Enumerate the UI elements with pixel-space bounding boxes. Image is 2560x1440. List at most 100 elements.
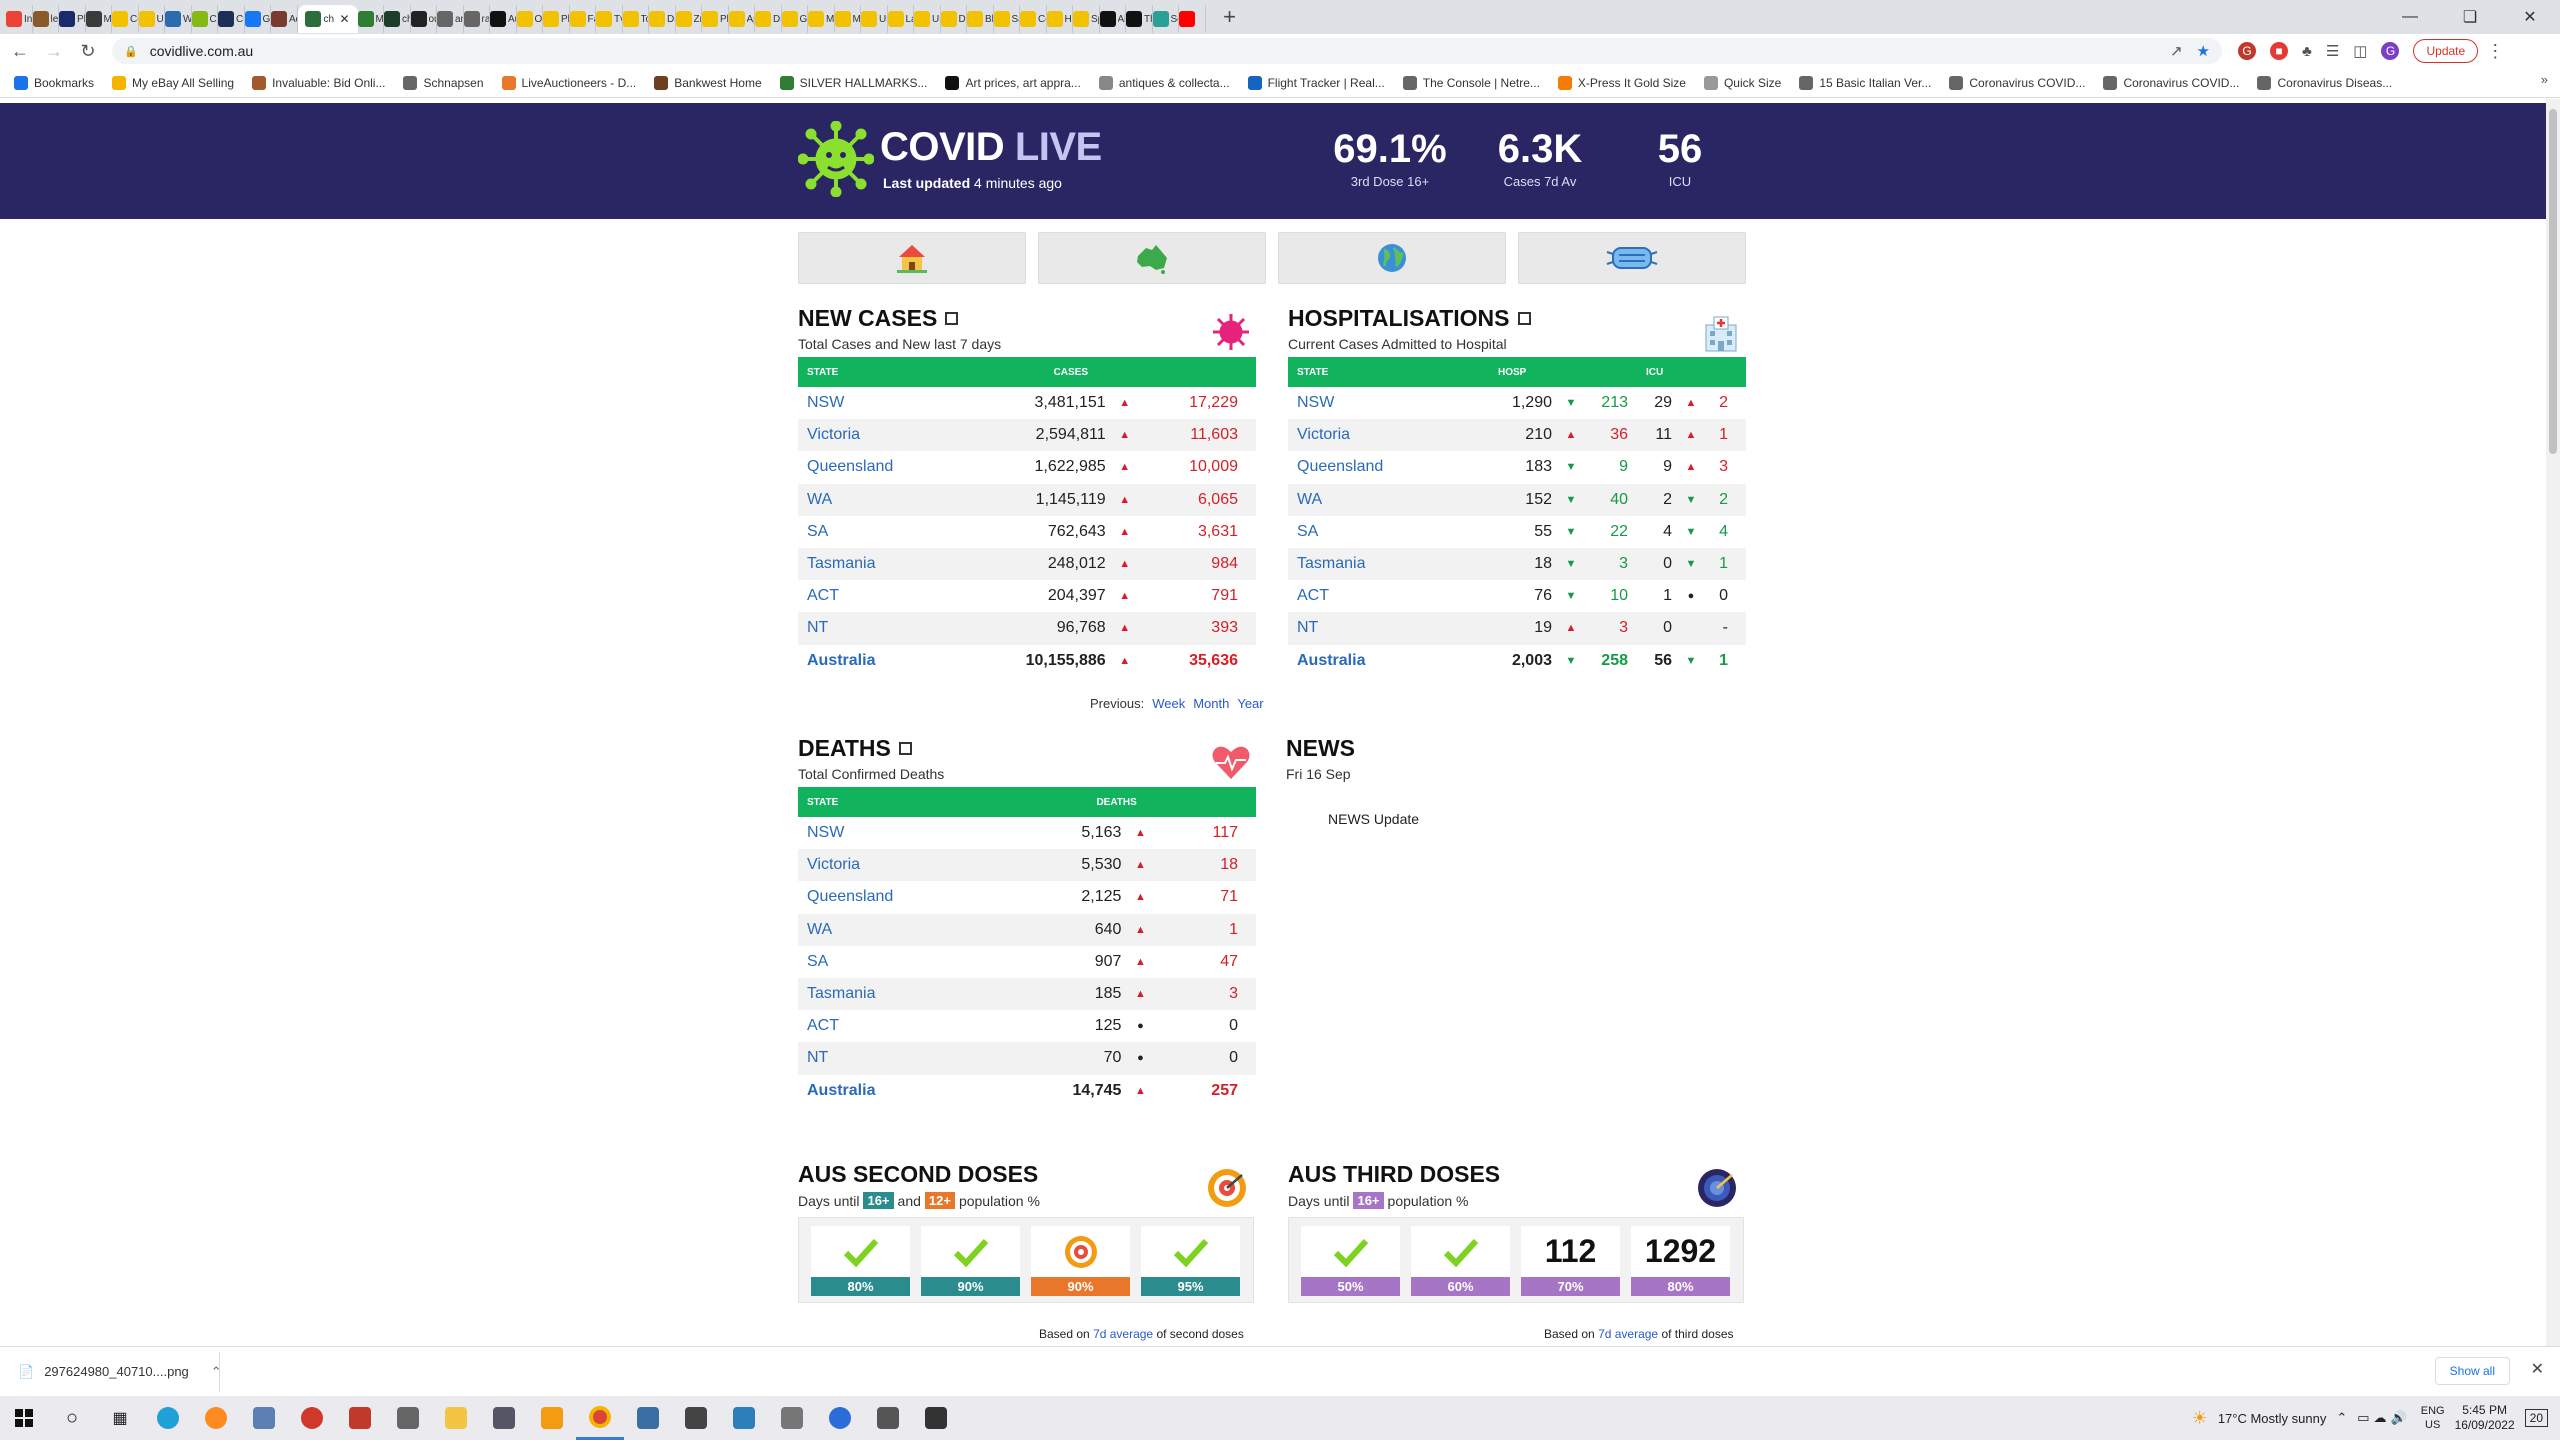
tab-close-icon[interactable]: ✕ (339, 12, 349, 26)
state-link[interactable]: WA (798, 914, 1006, 946)
taskbar-edge[interactable] (144, 1396, 192, 1440)
browser-tab[interactable]: Co (112, 5, 139, 33)
browser-tab[interactable]: Ap (728, 5, 755, 33)
state-link[interactable]: NSW (1288, 387, 1476, 419)
browser-tab[interactable]: Tv (596, 5, 623, 33)
browser-tab[interactable]: Di (649, 5, 676, 33)
state-link[interactable]: Australia (798, 1075, 1006, 1107)
browser-tab[interactable]: an (437, 5, 464, 33)
chevron-up-icon[interactable]: ⌃ (211, 1364, 222, 1380)
tray-overflow-icon[interactable]: ⌃ (2336, 1410, 2347, 1426)
state-link[interactable]: ACT (1288, 580, 1476, 612)
new-cases-title[interactable]: NEW CASES (798, 305, 1256, 332)
download-item[interactable]: 📄 297624980_40710....png ⌃ (0, 1351, 222, 1392)
browser-tab[interactable]: CC (191, 5, 218, 33)
browser-tab[interactable]: Bl (967, 5, 994, 33)
taskbar-filezilla[interactable] (336, 1396, 384, 1440)
browser-tab[interactable]: Al (1099, 5, 1126, 33)
year-link[interactable]: Year (1237, 696, 1263, 711)
extension-icon[interactable]: G (2238, 42, 2256, 60)
taskbar-app5[interactable] (624, 1396, 672, 1440)
page-scrollbar[interactable] (2546, 99, 2560, 1346)
bookmark-item[interactable]: SILVER HALLMARKS... (779, 75, 927, 90)
bookmark-item[interactable]: Art prices, art appra... (945, 75, 1081, 90)
state-link[interactable]: WA (798, 484, 964, 516)
menu-icon[interactable]: ⋮ (2486, 41, 2504, 62)
puzzle-icon[interactable]: ♣ (2302, 43, 2312, 60)
clock[interactable]: 5:45 PM 16/09/2022 (2455, 1403, 2515, 1433)
external-link-icon[interactable] (898, 742, 912, 755)
browser-tab[interactable]: Pl (543, 5, 570, 33)
state-link[interactable]: Victoria (1288, 419, 1476, 451)
stat-cases-avg[interactable]: 6.3K Cases 7d Av (1480, 127, 1600, 189)
browser-tab[interactable]: Gu (781, 5, 808, 33)
taskbar-camera[interactable] (864, 1396, 912, 1440)
browser-tab[interactable]: Mi (85, 5, 112, 33)
nav-mask-tile[interactable] (1518, 232, 1746, 284)
browser-tab[interactable]: Fa (569, 5, 596, 33)
state-link[interactable]: SA (798, 946, 1006, 978)
state-link[interactable]: NT (798, 1042, 1006, 1074)
show-all-button[interactable]: Show all (2434, 1357, 2510, 1385)
state-link[interactable]: SA (798, 516, 964, 548)
update-button[interactable]: Update (2413, 39, 2479, 63)
bookmark-item[interactable]: Coronavirus COVID... (2103, 75, 2239, 90)
bookmark-item[interactable]: Coronavirus COVID... (1949, 75, 2085, 90)
state-link[interactable]: Victoria (798, 849, 1006, 881)
browser-tab[interactable]: To (622, 5, 649, 33)
browser-tab[interactable]: Sc (1152, 5, 1179, 33)
week-link[interactable]: Week (1152, 696, 1185, 711)
stat-icu[interactable]: 56 ICU (1620, 127, 1740, 189)
site-title[interactable]: COVID LIVE (880, 125, 1102, 170)
browser-tab[interactable]: Sp (1073, 5, 1100, 33)
notification-icon[interactable]: 20 (2524, 1409, 2548, 1427)
browser-tab[interactable]: Or (516, 5, 543, 33)
browser-tab[interactable]: Zn (675, 5, 702, 33)
bookmark-item[interactable]: Bankwest Home (654, 75, 762, 90)
bookmark-item[interactable]: The Console | Netre... (1402, 75, 1540, 90)
taskbar-firefox[interactable] (192, 1396, 240, 1440)
nav-world-tile[interactable] (1278, 232, 1506, 284)
minimize-icon[interactable]: — (2380, 8, 2440, 26)
seven-day-average-link[interactable]: 7d average (1093, 1327, 1153, 1341)
share-icon[interactable]: ↗ (2170, 42, 2183, 60)
state-link[interactable]: NSW (798, 817, 1006, 849)
browser-tab[interactable]: La (887, 5, 914, 33)
browser-tab[interactable]: ch ✕ (297, 5, 358, 33)
taskbar-explorer[interactable] (432, 1396, 480, 1440)
browser-tab[interactable]: Ur (138, 5, 165, 33)
browser-tab[interactable] (1179, 5, 1206, 33)
state-link[interactable]: ACT (798, 1010, 1006, 1042)
browser-tab[interactable]: Co (1020, 5, 1047, 33)
search-button[interactable]: ○ (48, 1396, 96, 1440)
new-tab-icon[interactable]: + (1218, 4, 1242, 30)
bookmark-item[interactable]: Quick Size (1703, 75, 1781, 90)
address-bar[interactable]: 🔒 covidlive.com.au ↗ ★ (112, 38, 2222, 64)
bookmarks-overflow-icon[interactable]: » (2541, 72, 2548, 87)
external-link-icon[interactable] (1517, 312, 1531, 325)
bookmark-item[interactable]: Coronavirus Diseas... (2257, 75, 2392, 90)
state-link[interactable]: Tasmania (798, 548, 964, 580)
browser-tab[interactable]: M (808, 5, 835, 33)
news-update-item[interactable]: NEWS Update (1328, 811, 1419, 827)
state-link[interactable]: Tasmania (1288, 548, 1476, 580)
seven-day-average-link[interactable]: 7d average (1598, 1327, 1658, 1341)
state-link[interactable]: Queensland (798, 451, 964, 483)
profile-avatar[interactable]: G (2381, 42, 2400, 60)
taskbar-app2[interactable] (288, 1396, 336, 1440)
language-indicator[interactable]: ENG US (2421, 1404, 2445, 1432)
close-shelf-icon[interactable]: ✕ (2531, 1359, 2544, 1379)
scrollbar-thumb[interactable] (2549, 109, 2557, 454)
state-link[interactable]: Queensland (798, 881, 1006, 913)
taskbar-app1[interactable] (240, 1396, 288, 1440)
browser-tab[interactable]: CC (218, 5, 245, 33)
bookmark-star-icon[interactable]: ★ (2197, 42, 2210, 60)
external-link-icon[interactable] (945, 312, 959, 325)
state-link[interactable]: Victoria (798, 419, 964, 451)
browser-tab[interactable]: Inb (6, 5, 33, 33)
state-link[interactable]: SA (1288, 516, 1476, 548)
taskbar-app6[interactable] (672, 1396, 720, 1440)
weather-text[interactable]: 17°C Mostly sunny (2218, 1411, 2327, 1426)
month-link[interactable]: Month (1193, 696, 1229, 711)
forward-icon[interactable]: → (40, 37, 68, 65)
